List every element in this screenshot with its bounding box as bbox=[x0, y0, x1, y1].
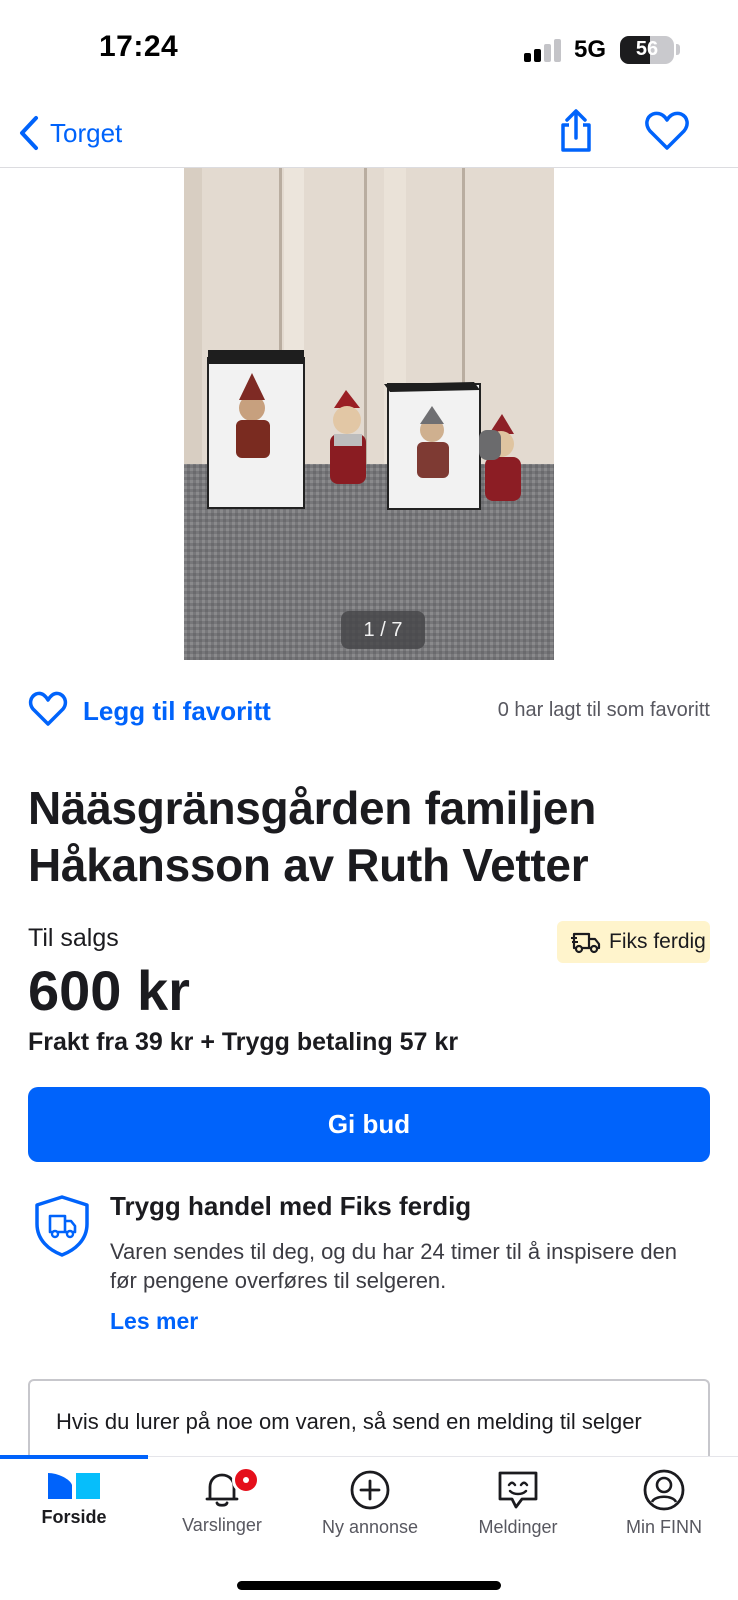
product-photo bbox=[184, 168, 554, 660]
shipping-info: Frakt fra 39 kr + Trygg betaling 57 kr bbox=[28, 1028, 459, 1056]
tab-label: Min FINN bbox=[626, 1517, 702, 1537]
share-icon bbox=[561, 109, 591, 152]
plus-circle-icon bbox=[350, 1470, 390, 1510]
delivery-truck-icon bbox=[571, 932, 601, 954]
tab-label: Varslinger bbox=[182, 1515, 262, 1535]
tab-forside[interactable]: Forside bbox=[0, 1469, 148, 1559]
shield-truck-icon bbox=[35, 1195, 89, 1257]
battery-level: 56 bbox=[635, 38, 659, 60]
listing-status: Til salgs bbox=[28, 924, 119, 952]
tab-varslinger[interactable]: Varslinger bbox=[148, 1466, 296, 1559]
add-favorite-label: Legg til favoritt bbox=[83, 696, 271, 726]
badge-label: Fiks ferdig bbox=[609, 930, 706, 953]
profile-icon bbox=[643, 1469, 685, 1511]
signal-icon bbox=[524, 38, 564, 62]
notification-badge bbox=[232, 1466, 260, 1494]
tab-ny-annonse[interactable]: Ny annonse bbox=[296, 1469, 444, 1559]
tab-label: Meldinger bbox=[478, 1517, 558, 1537]
tab-bar: Forside Varslinger Ny annonse Meldinger … bbox=[0, 1455, 738, 1600]
heart-outline-icon bbox=[28, 691, 68, 726]
favorite-row: Legg til favoritt 0 har lagt til som fav… bbox=[28, 688, 710, 732]
chevron-left-icon bbox=[20, 116, 38, 150]
tab-label: Forside bbox=[41, 1507, 107, 1527]
status-time: 17:24 bbox=[99, 30, 179, 63]
listing-title: Nääsgränsgården familjen Håkansson av Ru… bbox=[28, 782, 597, 891]
safe-trade-title: Trygg handel med Fiks ferdig bbox=[110, 1191, 472, 1221]
make-bid-button[interactable]: Gi bud bbox=[28, 1087, 710, 1162]
back-button[interactable]: Torget bbox=[18, 110, 122, 156]
image-counter: 1 / 7 bbox=[341, 611, 425, 649]
status-bar: 17:24 5G 56 bbox=[0, 0, 738, 100]
network-type: 5G bbox=[574, 36, 607, 63]
safe-trade-description: Varen sendes til deg, og du har 24 timer… bbox=[110, 1239, 678, 1293]
home-indicator bbox=[237, 1581, 501, 1590]
nav-bar: Torget bbox=[0, 100, 738, 168]
listing-price: 600 kr bbox=[28, 959, 190, 1022]
tab-meldinger[interactable]: Meldinger bbox=[444, 1469, 592, 1559]
back-label: Torget bbox=[50, 117, 123, 148]
favorite-count: 0 har lagt til som favoritt bbox=[497, 699, 710, 721]
message-prompt: Hvis du lurer på noe om varen, så send e… bbox=[56, 1409, 642, 1434]
heart-icon bbox=[645, 111, 689, 150]
product-image[interactable]: 1 / 7 bbox=[184, 168, 554, 660]
read-more-link[interactable]: Les mer bbox=[110, 1308, 198, 1335]
tab-label: Ny annonse bbox=[321, 1517, 419, 1537]
share-button[interactable] bbox=[556, 108, 596, 154]
tab-min-finn[interactable]: Min FINN bbox=[590, 1469, 738, 1559]
chat-icon bbox=[498, 1471, 538, 1509]
fiks-ferdig-badge: Fiks ferdig bbox=[557, 921, 710, 963]
favorite-button[interactable] bbox=[644, 108, 690, 154]
active-tab-indicator bbox=[0, 1455, 148, 1459]
battery-icon: 56 bbox=[620, 36, 674, 64]
home-icon bbox=[48, 1473, 100, 1499]
